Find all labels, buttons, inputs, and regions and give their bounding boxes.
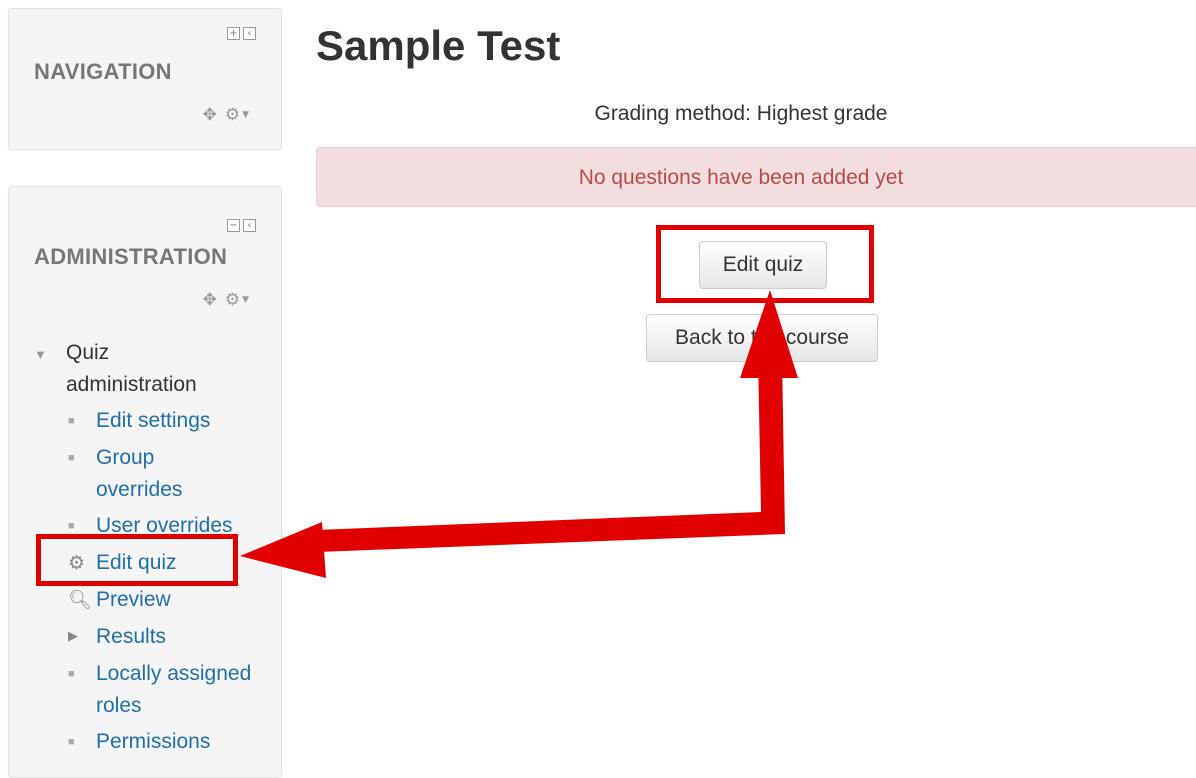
grading-method-text: Grading method: Highest grade: [594, 102, 888, 125]
admin-item-results[interactable]: ▶ Results: [68, 621, 261, 653]
caret-down-icon[interactable]: ▼: [242, 295, 249, 305]
admin-item-label[interactable]: Locally assigned roles: [96, 658, 261, 722]
block-actions: ✥ ⚙ ▼: [203, 290, 249, 310]
bullet-icon: ■: [68, 415, 75, 427]
dock-add-icon[interactable]: +: [227, 27, 240, 40]
admin-item-user-overrides[interactable]: ■ User overrides: [68, 510, 261, 542]
admin-item-label[interactable]: Edit quiz: [96, 547, 177, 579]
admin-item-label[interactable]: Results: [96, 621, 166, 653]
back-to-course-button[interactable]: Back to the course: [646, 314, 878, 362]
dock-collapse-icon[interactable]: ‹: [243, 27, 256, 40]
block-controls: − ‹: [227, 219, 256, 232]
arrow-shaft: [316, 356, 785, 552]
block-title-administration: ADMINISTRATION: [34, 244, 228, 269]
admin-item-label[interactable]: Group overrides: [96, 442, 206, 506]
admin-item-group-overrides[interactable]: ■ Group overrides: [68, 442, 261, 506]
block-controls: + ‹: [227, 27, 256, 40]
admin-item-edit-settings[interactable]: ■ Edit settings: [68, 405, 261, 437]
bullet-icon: ■: [68, 668, 75, 680]
admin-item-locally-assigned-roles[interactable]: ■ Locally assigned roles: [68, 658, 261, 722]
tree-node-quiz-administration[interactable]: ▼ Quiz administration: [34, 337, 261, 401]
admin-item-label[interactable]: User overrides: [96, 510, 233, 542]
admin-item-label[interactable]: Preview: [96, 584, 171, 616]
page-title: Sample Test: [316, 22, 561, 69]
block-title-navigation: NAVIGATION: [34, 59, 172, 84]
bullet-icon: ■: [68, 452, 75, 464]
admin-item-preview[interactable]: 🔍︎ Preview: [68, 584, 261, 616]
search-icon: 🔍︎: [68, 589, 93, 611]
triangle-right-icon[interactable]: ▶: [68, 621, 96, 653]
move-icon[interactable]: ✥: [203, 290, 217, 310]
administration-block: − ‹ ADMINISTRATION ✥ ⚙ ▼ ▼ Quiz administr…: [8, 186, 282, 778]
bullet-icon: ■: [68, 520, 75, 532]
caret-down-icon[interactable]: ▼: [242, 110, 249, 120]
no-questions-alert: No questions have been added yet: [316, 147, 1196, 207]
minimize-icon[interactable]: −: [227, 219, 240, 232]
gear-menu-icon[interactable]: ⚙: [225, 105, 240, 125]
gear-menu-icon[interactable]: ⚙: [225, 290, 240, 310]
gear-icon: ⚙: [68, 552, 86, 574]
admin-item-label[interactable]: Edit settings: [96, 405, 210, 437]
admin-item-label[interactable]: Permissions: [96, 726, 210, 758]
triangle-down-icon[interactable]: ▼: [34, 337, 66, 401]
bullet-icon: ■: [68, 736, 75, 748]
move-icon[interactable]: ✥: [203, 105, 217, 125]
navigation-block: + ‹ NAVIGATION ✥ ⚙ ▼: [8, 8, 282, 150]
dock-collapse-icon[interactable]: ‹: [243, 219, 256, 232]
edit-quiz-button[interactable]: Edit quiz: [699, 241, 827, 289]
admin-item-edit-quiz[interactable]: ⚙ Edit quiz: [68, 547, 261, 579]
admin-item-permissions[interactable]: ■ Permissions: [68, 726, 261, 758]
admin-tree: ▼ Quiz administration ■ Edit settings ■ …: [34, 337, 261, 758]
block-actions: ✥ ⚙ ▼: [203, 105, 249, 125]
tree-node-label: Quiz administration: [66, 341, 197, 396]
